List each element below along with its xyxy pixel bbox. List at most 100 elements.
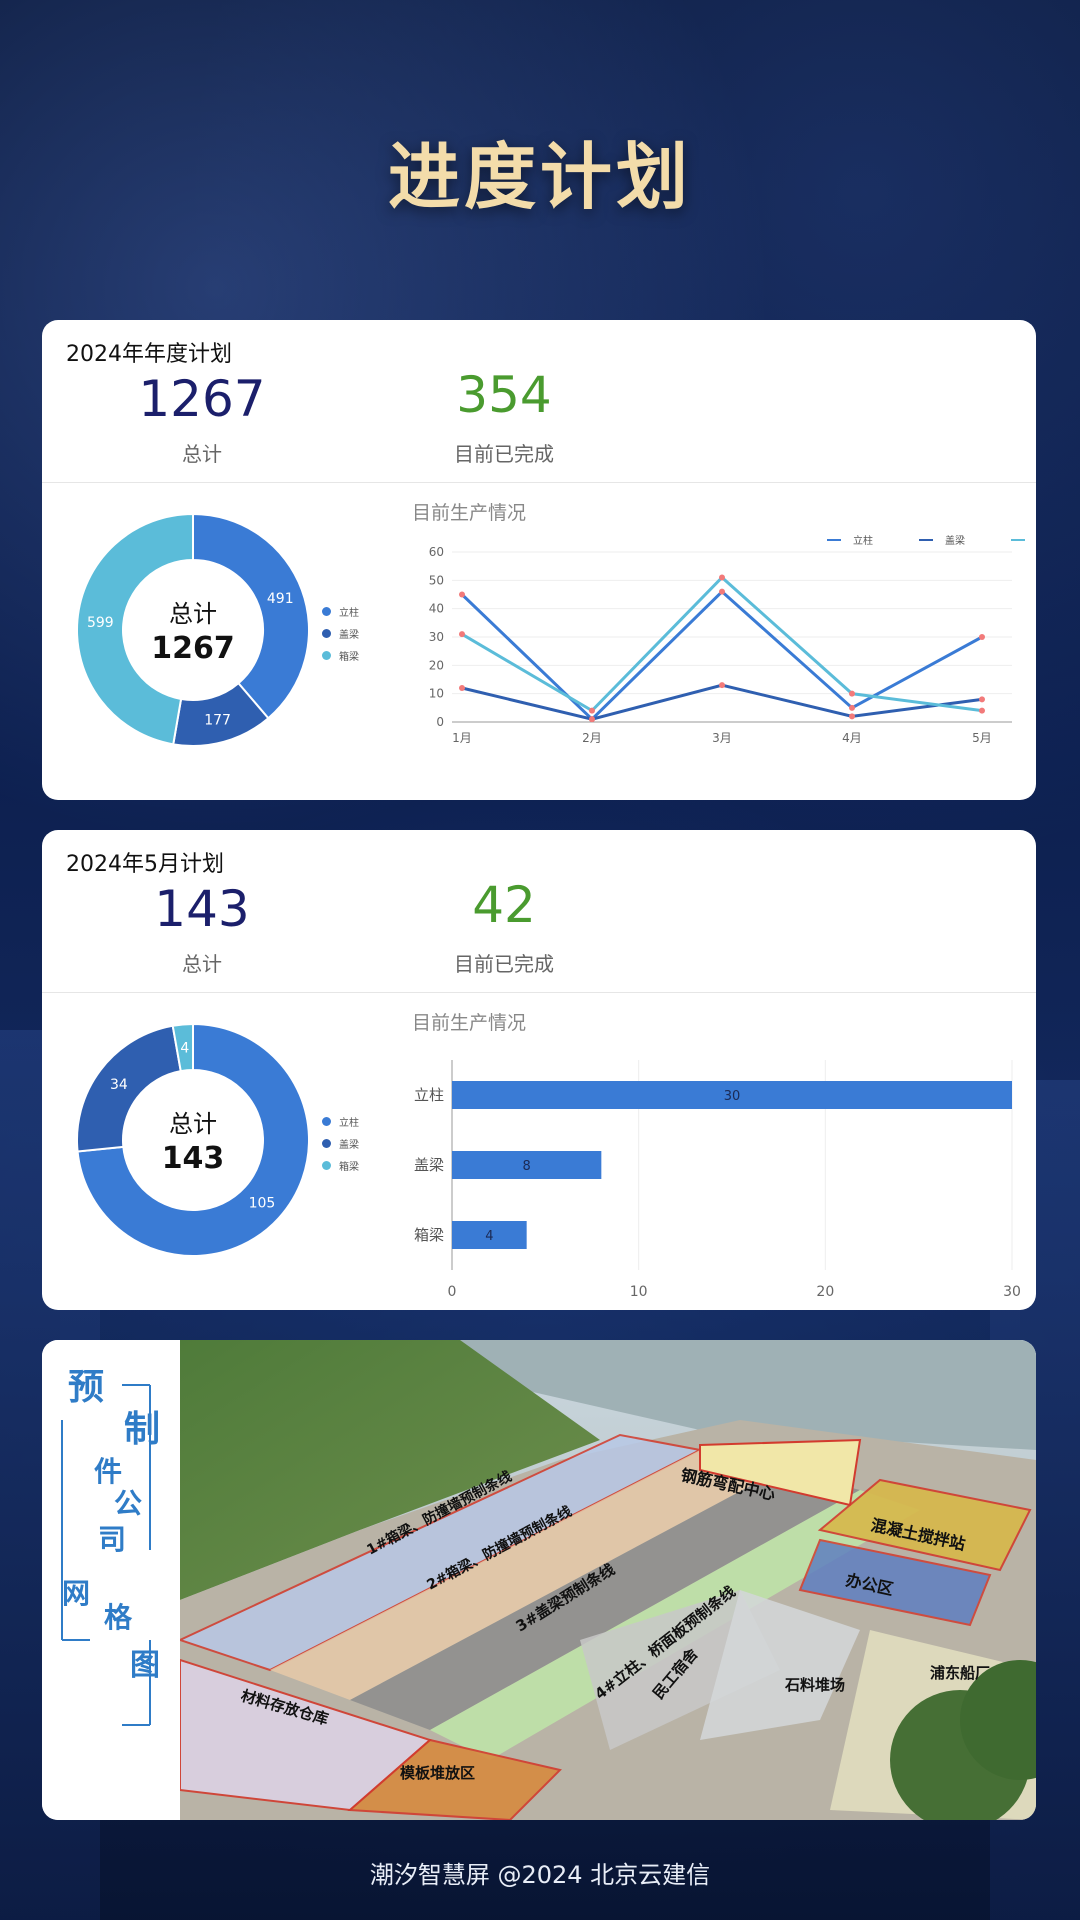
legend-label: 盖梁 [339, 629, 359, 641]
legend-dot [322, 650, 331, 660]
side-char: 网 [62, 1577, 91, 1610]
card-title: 2024年年度计划 [66, 342, 232, 367]
x-tick-label: 2月 [582, 731, 602, 745]
annual-donut-chart: 491 177 599 总计 1267 [76, 512, 310, 747]
x-tick-label: 1月 [452, 731, 472, 745]
done-label: 目前已完成 [454, 952, 554, 976]
side-char: 图 [130, 1648, 160, 1683]
data-point [719, 682, 725, 689]
data-point [589, 707, 595, 714]
legend-label: 箱梁 [339, 651, 359, 663]
x-tick-label: 0 [448, 1284, 457, 1300]
site-map-drawing: 钢筋弯配中心 混凝土搅拌站 办公区 1#箱梁、防撞墙预制条线 2#箱梁、防撞墙预… [180, 1340, 1036, 1820]
legend-dot [322, 1160, 331, 1170]
card-title: 2024年5月计划 [66, 852, 224, 877]
legend-dot [322, 1138, 331, 1148]
y-tick-label: 箱梁 [414, 1226, 444, 1244]
data-point [849, 704, 855, 711]
legend-item: 盖梁 [322, 1132, 359, 1154]
site-map-card: 预 制 件 公 司 网 格 图 钢筋弯配中心 混凝土搅拌站 办公区 1#箱梁、防… [42, 1340, 1036, 1820]
slice-value-label: 105 [249, 1195, 276, 1211]
legend-label: 立柱 [853, 534, 873, 547]
data-point [589, 716, 595, 723]
annual-line-chart: 01020304050601月2月3月4月5月立柱盖梁箱梁 [429, 534, 1025, 745]
aerial-site-map: 钢筋弯配中心 混凝土搅拌站 办公区 1#箱梁、防撞墙预制条线 2#箱梁、防撞墙预… [180, 1340, 1036, 1820]
legend-label: 立柱 [339, 1117, 359, 1129]
data-point [979, 707, 985, 714]
legend-dot [322, 628, 331, 638]
y-tick-label: 立柱 [414, 1086, 444, 1104]
y-tick-label: 40 [429, 602, 444, 616]
legend-label: 盖梁 [339, 1139, 359, 1151]
series-line [461, 683, 983, 721]
y-tick-label: 30 [429, 630, 444, 644]
x-tick-label: 5月 [972, 731, 992, 745]
data-point [459, 591, 465, 598]
map-label: 浦东船厂 [930, 1664, 990, 1682]
total-value: 143 [154, 880, 250, 938]
donut-center-value: 1267 [151, 631, 235, 666]
slice-value-label: 4 [180, 1040, 189, 1056]
bar-value-label: 4 [485, 1229, 493, 1244]
total-label: 总计 [182, 442, 222, 466]
side-char: 公 [114, 1487, 143, 1520]
donut-center-label: 总计 [169, 1110, 217, 1138]
legend-dot [322, 1116, 331, 1126]
monthly-plan-card: 2024年5月计划 143 总计 42 目前已完成 105 34 4 总计 143 立柱… [42, 830, 1036, 1310]
data-point [459, 631, 465, 638]
done-value: 354 [456, 366, 552, 424]
data-point [979, 696, 985, 703]
legend-item: 立柱 [322, 1110, 359, 1132]
legend-dot [322, 606, 331, 616]
bar-value-label: 30 [724, 1089, 741, 1104]
slice-value-label: 599 [87, 615, 114, 631]
donut-slice [76, 1024, 182, 1153]
donut-center-value: 143 [162, 1141, 225, 1176]
y-tick-label: 60 [429, 545, 444, 559]
slice-value-label: 177 [204, 713, 231, 729]
bar-value-label: 8 [523, 1159, 531, 1174]
divider [42, 482, 1036, 483]
side-char: 司 [98, 1523, 127, 1556]
legend-label: 箱梁 [339, 1161, 359, 1173]
side-char: 格 [104, 1601, 133, 1634]
legend-label: 立柱 [339, 607, 359, 619]
legend-label: 盖梁 [945, 534, 965, 547]
data-point [849, 713, 855, 720]
data-point [719, 588, 725, 595]
donut-legend: 立柱 盖梁 箱梁 [322, 1110, 359, 1176]
map-label: 石料堆场 [784, 1676, 845, 1694]
monthly-donut-chart: 105 34 4 总计 143 [76, 1022, 310, 1257]
total-label: 总计 [182, 952, 222, 976]
y-tick-label: 20 [429, 658, 444, 672]
data-point [719, 574, 725, 581]
side-char: 制 [124, 1408, 161, 1450]
legend-item: 箱梁 [322, 644, 359, 666]
side-char: 预 [68, 1366, 105, 1408]
legend-item: 箱梁 [322, 1154, 359, 1176]
slice-value-label: 491 [267, 591, 294, 607]
legend-item: 盖梁 [322, 622, 359, 644]
x-tick-label: 20 [816, 1284, 834, 1300]
y-tick-label: 50 [429, 573, 444, 587]
done-label: 目前已完成 [454, 442, 554, 466]
monthly-bar-chart: 0 10 20 30 30 立柱 8 盖梁 4 箱梁 [414, 1060, 1021, 1300]
y-tick-label: 10 [429, 687, 444, 701]
page-title: 进度计划 [387, 134, 692, 219]
map-label: 模板堆放区 [400, 1764, 475, 1782]
data-point [849, 690, 855, 697]
donut-legend: 立柱 盖梁 箱梁 [322, 600, 359, 666]
y-tick-label: 盖梁 [414, 1156, 444, 1174]
total-value: 1267 [138, 370, 266, 428]
data-point [459, 685, 465, 691]
x-tick-label: 10 [630, 1284, 648, 1300]
legend-item: 立柱 [322, 600, 359, 622]
y-tick-label: 0 [436, 715, 444, 729]
slice-value-label: 34 [110, 1077, 128, 1093]
divider [42, 992, 1036, 993]
x-tick-label: 30 [1003, 1284, 1021, 1300]
donut-center-label: 总计 [169, 600, 217, 628]
x-tick-label: 3月 [712, 731, 732, 745]
done-value: 42 [472, 876, 536, 934]
x-tick-label: 4月 [842, 731, 862, 745]
